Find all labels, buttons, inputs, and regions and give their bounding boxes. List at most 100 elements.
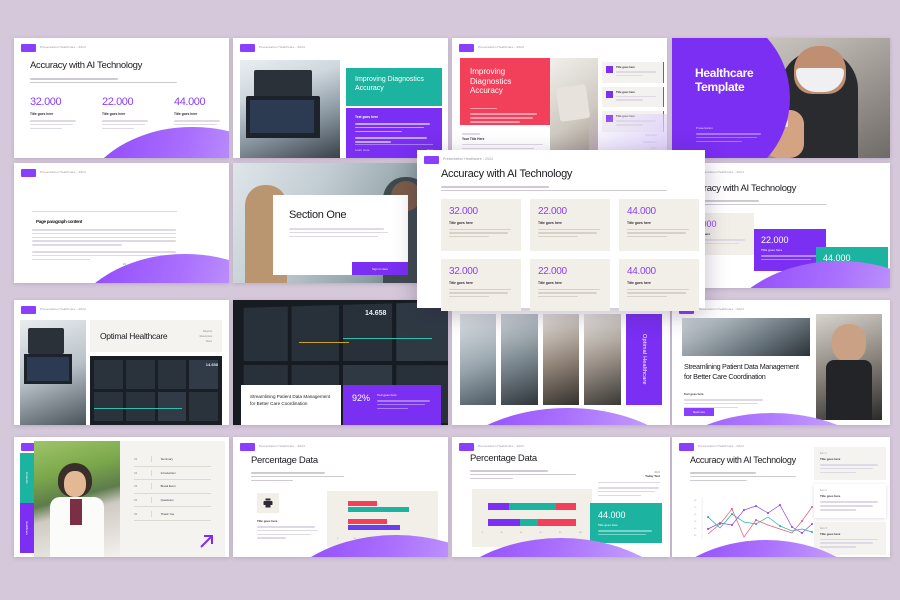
slide-photo-right	[816, 314, 882, 420]
slide-title: Accuracy with AI Technology	[30, 60, 143, 71]
teal-banner: Improving Diagnostics Accuracy	[346, 68, 442, 106]
slide-thumbnail-accuracy-stats[interactable]: Presentation Healthcare - 2024 Accuracy …	[14, 38, 229, 158]
stat-label: Title goes here	[102, 112, 126, 116]
list-item[interactable]: Title goes here	[602, 62, 664, 83]
sign-in-button[interactable]: Sign in Here	[352, 262, 408, 275]
side-card[interactable]: Item 2 Title goes here	[814, 484, 886, 518]
svg-text:50: 50	[694, 521, 697, 523]
bar	[347, 525, 400, 530]
stat-card: 22.000 Title goes here	[530, 259, 610, 311]
stat-card: 32.000 Title goes here	[441, 259, 521, 311]
stat-value: 32.000	[449, 206, 478, 217]
brand-badge	[21, 306, 36, 314]
stat-value: 32.000	[30, 96, 62, 108]
side-tab-teal: Contents	[20, 453, 34, 503]
slide-title: Page paragraph content	[36, 219, 82, 224]
slide-thumbnail-section-one[interactable]: Section One Sign in Here	[233, 163, 448, 283]
panel-button-learn-more[interactable]: Learn more	[355, 148, 369, 152]
brand-badge	[459, 443, 474, 451]
slide-header: Presentation Healthcare - 2024	[478, 444, 524, 448]
menu-item-team[interactable]: Team	[200, 340, 212, 343]
chart-caption: Title goes here	[257, 519, 321, 541]
stat-label: Title goes here	[538, 281, 562, 285]
printer-icon	[257, 493, 279, 513]
slide-thumbnail-percentage-grouped[interactable]: Presentation Healthcare - 2024 Percentag…	[233, 437, 448, 557]
chart-caption-label: Title goes here	[257, 519, 278, 523]
contents-row[interactable]: 03 Break Even	[134, 480, 211, 494]
contents-num: 02	[134, 470, 138, 475]
slide-title: Improving Diagnostics Accuracy	[470, 67, 512, 96]
stat-value: 22.000	[538, 266, 567, 277]
stat-card-teal: 44.000 Title goes here	[590, 503, 662, 543]
contents-row[interactable]: 01 Summary	[134, 453, 211, 467]
side-title: Today Text	[645, 474, 660, 478]
stat-value: 32.000	[449, 266, 478, 277]
stat-label: Title goes here	[449, 221, 473, 225]
slide-lead	[690, 472, 800, 483]
slide-thumbnail-gallery[interactable]: Optimal Healthcare	[452, 300, 670, 425]
stat-value: 44.000	[627, 206, 656, 217]
square-icon	[606, 66, 613, 73]
read-more-button-label: Read more	[693, 410, 705, 414]
svg-text:60: 60	[694, 514, 697, 516]
slide-title: Streamlining Patient Data Management for…	[684, 362, 799, 381]
stat-value: 22.000	[102, 96, 134, 108]
menu-item-reports[interactable]: Reports	[200, 330, 212, 333]
slide-thumbnail-streamlining-dark[interactable]: 14.658 Streamlining Patient Data Managem…	[233, 300, 448, 425]
read-more-button[interactable]: Read more	[684, 408, 714, 416]
brand-badge	[21, 169, 36, 177]
slide-header: Presentation Healthcare - 2024	[40, 307, 86, 311]
slide-thumbnail-streamlining[interactable]: Presentation Healthcare - 2024 Streamlin…	[672, 300, 890, 425]
side-card-label: Title goes here	[820, 457, 841, 461]
slide-header: Presentation Healthcare - 2024	[478, 45, 524, 49]
slide-header: Presentation Healthcare - 2024	[698, 444, 744, 448]
slide-title: Streamlining Patient Data Management for…	[250, 394, 331, 406]
stat-block: 22.000 Title goes here	[102, 96, 148, 131]
side-card[interactable]: Item 3 Title goes here	[814, 521, 886, 556]
slide-thumbnail-accuracy-line[interactable]: Presentation Healthcare - 2024 Accuracy …	[672, 437, 890, 557]
slide-thumbnail-percentage-stacked[interactable]: Presentation Healthcare - 2024 Percentag…	[452, 437, 670, 557]
stat-card: 32.000 Title goes here	[441, 199, 521, 251]
stat-value: 92%	[352, 393, 371, 403]
stat-label: Title goes here	[174, 112, 198, 116]
brand-badge	[424, 156, 439, 164]
list-item[interactable]: Title goes here	[602, 86, 664, 108]
slide-thumbnail-improving-diagnostics[interactable]: Presentation Healthcare - 2024 Improving…	[233, 38, 448, 158]
slide-title: Percentage Data	[251, 455, 318, 466]
side-card[interactable]: Item 1 Title goes here	[814, 447, 886, 481]
brand-badge	[240, 443, 255, 451]
stat-card-grid: 32.000 Title goes here 22.000 Title goes…	[441, 199, 699, 311]
side-card-label: Title goes here	[820, 494, 841, 499]
kicker-label: Text goes here	[684, 392, 704, 396]
stat-value: 44.000	[598, 510, 626, 520]
contents-row[interactable]: 02 Introduction	[134, 467, 211, 481]
stat-label: Title goes here	[30, 112, 54, 116]
slide-title: Accuracy with AI Technology	[441, 168, 573, 180]
slide-subtitle-block: Presentation	[696, 126, 762, 144]
gallery-photo	[584, 314, 621, 405]
slide-thumbnail-contents[interactable]: Presentation - 2024 Contents Healthcare …	[14, 437, 229, 557]
stat-card: 44.000 Title goes here	[619, 259, 699, 311]
slide-thumbnail-improving-diagnostics-red[interactable]: Presentation Healthcare - 2024 Improving…	[452, 38, 667, 158]
stat-panel-purple: 92% Text goes here	[343, 385, 441, 425]
menu-item-resources[interactable]: Resources	[200, 335, 212, 338]
bar-segment	[556, 503, 576, 510]
bar	[347, 519, 388, 524]
accuracy-line-chart: 80 70 60 50 40 30	[694, 497, 813, 539]
contents-row[interactable]: 05 Thank You	[134, 507, 211, 521]
slide-photo-doctor	[34, 441, 120, 557]
featured-slide-overlay[interactable]: Presentation Healthcare - 2024 Accuracy …	[417, 150, 705, 311]
svg-text:70: 70	[694, 507, 697, 509]
svg-text:40: 40	[694, 528, 697, 530]
slide-thumbnail-paragraph[interactable]: Presentation Healthcare - 2024 Page para…	[14, 163, 229, 283]
stat-value: 22.000	[538, 206, 567, 217]
slide-thumbnail-healthcare-template[interactable]: Healthcare Template Presentation	[672, 38, 890, 158]
slide-title: Accuracy with AI Technology	[690, 455, 796, 465]
section-card: Section One Sign in Here	[273, 195, 408, 275]
contents-panel: 01 Summary 02 Introduction 03 Break Even…	[120, 441, 225, 557]
contents-row[interactable]: 04 Questions	[134, 494, 211, 508]
contents-num: 05	[134, 511, 138, 516]
slide-thumbnail-optimal-healthcare[interactable]: Presentation Healthcare - 2024 Optimal H…	[14, 300, 229, 425]
stat-block: 32.000 Title goes here	[30, 96, 76, 131]
list-item-label: Title goes here	[616, 90, 635, 94]
